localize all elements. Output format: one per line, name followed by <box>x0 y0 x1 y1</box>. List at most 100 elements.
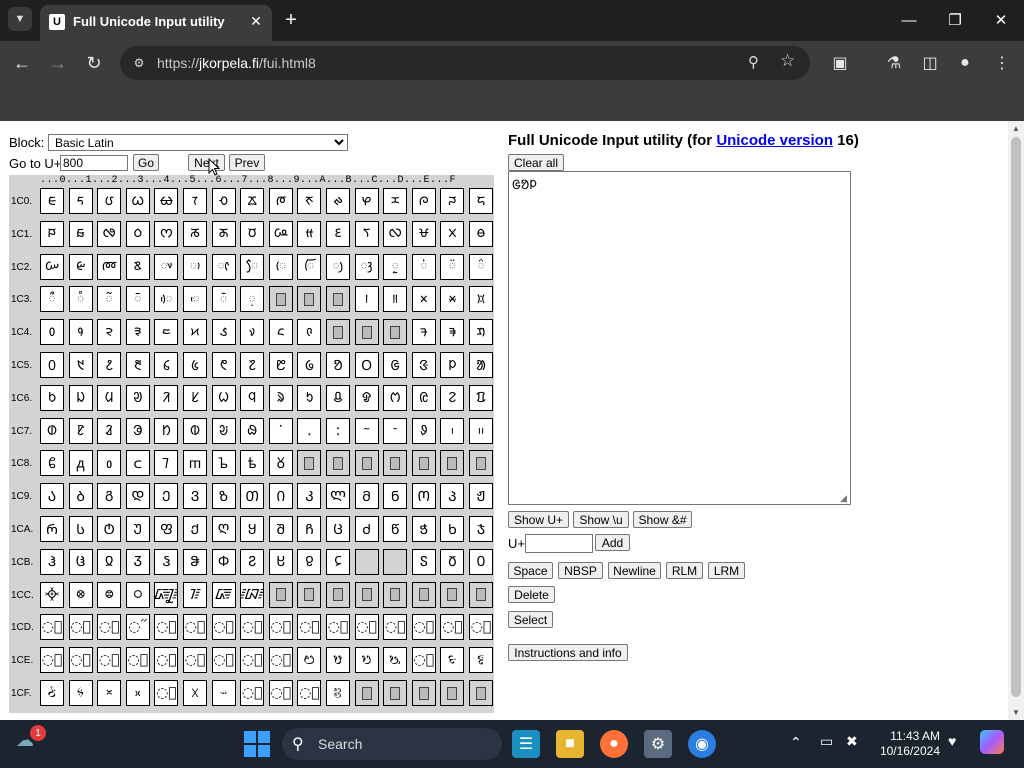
char-cell[interactable]: ᱎ <box>440 319 465 346</box>
char-cell[interactable]: ᳱ <box>68 680 93 706</box>
char-cell[interactable]: Კ <box>297 483 322 510</box>
char-cell[interactable]: ᱟ <box>469 352 493 378</box>
char-cell[interactable]: Ჷ <box>240 548 265 575</box>
char-cell[interactable]: ᱇ <box>240 319 265 346</box>
char-cell[interactable]: ◌ᰮ <box>440 253 465 280</box>
char-cell[interactable]: ᱄ <box>154 319 179 346</box>
char-cell[interactable]: ᱥ <box>183 384 207 411</box>
char-cell[interactable]: ᰇ <box>240 188 265 214</box>
char-cell[interactable]: ᲁ <box>68 450 93 477</box>
show-uplus-button[interactable]: Show U+ <box>508 511 569 528</box>
char-cell[interactable]: Ჰ <box>40 548 64 575</box>
char-cell[interactable]: ᳰ <box>40 680 64 706</box>
clock[interactable]: 11:43 AM 10/16/2024 <box>878 729 940 759</box>
char-cell[interactable]: ◌᳗ <box>240 614 265 641</box>
tab-search-button[interactable]: ▼ <box>8 7 32 31</box>
char-cell[interactable]: ᱓ <box>125 352 150 378</box>
char-cell[interactable]: ᱭ <box>411 384 436 411</box>
char-cell[interactable]: ᰎ <box>440 188 465 214</box>
char-cell[interactable] <box>411 581 436 608</box>
char-cell[interactable]: ᰡ <box>68 253 93 280</box>
char-cell[interactable]: Ტ <box>97 516 122 542</box>
char-cell[interactable]: ◌᳕ <box>183 614 207 641</box>
char-cell[interactable]: ᱘ <box>268 352 293 378</box>
char-cell[interactable]: ᱫ <box>354 384 379 411</box>
settings-gear-icon[interactable]: ⚙ <box>644 730 672 758</box>
char-cell[interactable]: ᳲ <box>97 680 122 706</box>
char-cell[interactable]: ᰜ <box>383 220 408 247</box>
char-cell[interactable]: ᰏ <box>469 188 493 214</box>
char-cell[interactable]: ◌ᰯ <box>469 253 493 280</box>
char-cell[interactable] <box>354 450 379 477</box>
char-cell[interactable]: ᰁ <box>68 188 93 214</box>
char-cell[interactable]: Ღ <box>211 516 236 542</box>
char-cell[interactable]: ᱒ <box>97 352 122 378</box>
char-cell[interactable]: ᱾ <box>440 417 465 444</box>
char-cell[interactable] <box>469 450 493 477</box>
char-cell[interactable]: ᱤ <box>154 384 179 411</box>
char-cell[interactable]: ᰘ <box>268 220 293 247</box>
char-cell[interactable] <box>383 450 408 477</box>
char-cell[interactable]: ᰿ <box>469 286 493 313</box>
char-cell[interactable]: ᱚ <box>326 352 350 378</box>
char-cell[interactable]: Ჿ <box>469 548 493 575</box>
zoom-icon[interactable]: ⚲ <box>748 53 759 71</box>
char-cell[interactable]: Რ <box>40 516 64 542</box>
char-cell[interactable]: Ხ <box>440 516 465 542</box>
char-cell[interactable]: Შ <box>268 516 293 542</box>
char-cell[interactable]: ◌ᰱ <box>68 286 93 313</box>
char-cell[interactable]: ᰌ <box>383 188 408 214</box>
char-cell[interactable]: ◌᳷ <box>240 680 265 706</box>
char-cell[interactable]: ᳪ <box>326 647 350 674</box>
char-cell[interactable]: Ს <box>68 516 93 542</box>
char-cell[interactable]: Ი <box>268 483 293 510</box>
char-cell[interactable] <box>268 286 293 313</box>
char-cell[interactable]: Გ <box>97 483 122 510</box>
char-cell[interactable]: ◌᳞ <box>440 614 465 641</box>
char-cell[interactable]: ᱪ <box>326 384 350 411</box>
char-cell[interactable]: ◌ᰬ <box>383 253 408 280</box>
show-backslash-u-button[interactable]: Show \u <box>573 511 629 528</box>
select-button[interactable]: Select <box>508 611 553 628</box>
char-cell[interactable] <box>354 548 379 575</box>
char-cell[interactable]: Ჽ <box>411 548 436 575</box>
char-cell[interactable] <box>383 548 408 575</box>
char-cell[interactable]: Ც <box>326 516 350 542</box>
char-cell[interactable]: ᱉ <box>297 319 322 346</box>
char-cell[interactable]: ᱁ <box>68 319 93 346</box>
browser-tab[interactable]: U Full Unicode Input utility ✕ <box>40 5 272 41</box>
char-cell[interactable]: ᲆ <box>211 450 236 477</box>
char-cell[interactable]: ᳄ <box>154 581 179 608</box>
char-cell[interactable]: ᱽ <box>411 417 436 444</box>
window-close-icon[interactable]: ✕ <box>986 8 1016 32</box>
char-cell[interactable]: ◌ᰶ <box>211 286 236 313</box>
char-cell[interactable]: Ა <box>40 483 64 510</box>
char-cell[interactable]: ᱳ <box>125 417 150 444</box>
profile-icon[interactable]: ● <box>953 51 977 75</box>
char-cell[interactable]: ◌ᰭ <box>411 253 436 280</box>
lrm-button[interactable]: LRM <box>708 562 745 579</box>
char-cell[interactable]: ᱮ <box>440 384 465 411</box>
chrome-icon[interactable]: ◉ <box>688 730 716 758</box>
char-cell[interactable]: ᳳ <box>125 680 150 706</box>
block-select[interactable]: Basic Latin <box>48 134 348 151</box>
char-cell[interactable]: Ჟ <box>469 483 493 510</box>
char-cell[interactable]: ᰀ <box>40 188 64 214</box>
network-icon[interactable]: ▭ <box>820 733 833 750</box>
char-cell[interactable]: ᰼ <box>383 286 408 313</box>
char-cell[interactable]: ᱲ <box>97 417 122 444</box>
char-cell[interactable]: Უ <box>125 516 150 542</box>
char-cell[interactable]: Ჶ <box>211 548 236 575</box>
char-cell[interactable]: ᰐ <box>40 220 64 247</box>
char-cell[interactable]: ᳂ <box>97 581 122 608</box>
char-cell[interactable]: ◌ᰧ <box>240 253 265 280</box>
char-cell[interactable]: ◌᳨ <box>268 647 293 674</box>
char-cell[interactable] <box>354 319 379 346</box>
textarea-resize-handle[interactable]: ◢ <box>840 493 850 503</box>
char-cell[interactable]: ᱴ <box>154 417 179 444</box>
char-cell[interactable]: ◌᳘ <box>268 614 293 641</box>
start-icon[interactable] <box>244 731 270 757</box>
bookmark-star-icon[interactable]: ☆ <box>780 51 795 71</box>
new-tab-button[interactable]: + <box>280 9 302 31</box>
char-cell[interactable]: ᰍ <box>411 188 436 214</box>
